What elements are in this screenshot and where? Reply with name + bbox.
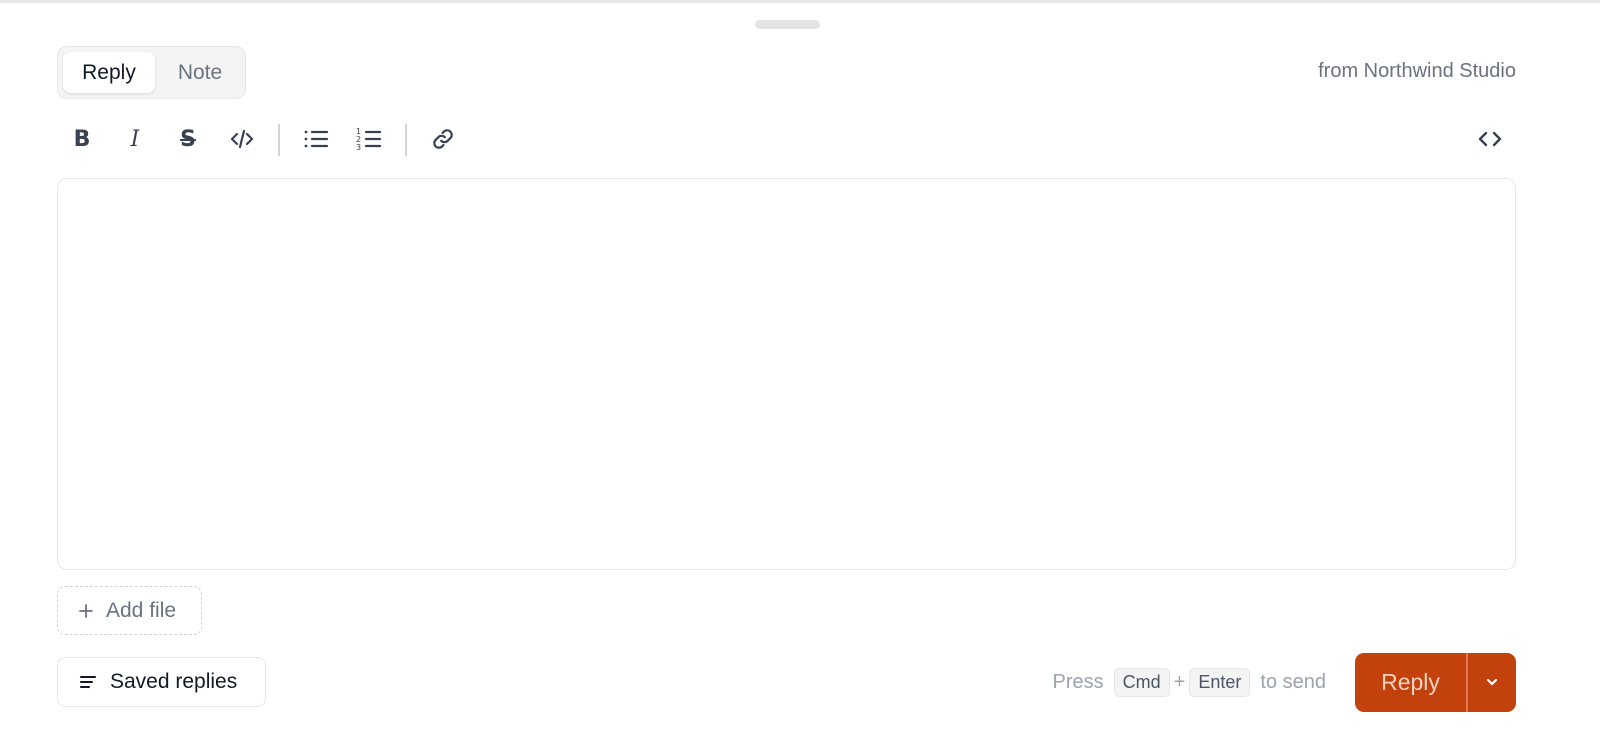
plus-icon <box>78 603 94 619</box>
chevron-down-icon <box>1485 674 1499 692</box>
top-border <box>0 0 1600 3</box>
strikethrough-icon: S <box>180 126 196 152</box>
tab-reply[interactable]: Reply <box>63 52 155 93</box>
bullet-list-icon <box>303 127 329 151</box>
hint-suffix: to send <box>1260 670 1326 693</box>
source-code-icon <box>1477 128 1503 150</box>
toolbar-divider <box>405 124 407 156</box>
italic-icon: I <box>130 126 140 152</box>
italic-button[interactable]: I <box>117 121 153 157</box>
message-editor[interactable] <box>57 178 1516 570</box>
add-file-button[interactable]: Add file <box>57 586 202 635</box>
reply-options-dropdown[interactable] <box>1467 653 1516 712</box>
link-icon <box>432 128 454 150</box>
menu-lines-icon <box>80 675 96 689</box>
send-shortcut-hint: Press Cmd + Enter to send <box>1047 667 1332 697</box>
inline-code-button[interactable] <box>224 121 260 157</box>
numbered-list-icon: 1 2 3 <box>356 126 382 152</box>
kbd-enter: Enter <box>1189 667 1251 697</box>
strikethrough-button[interactable]: S <box>170 121 206 157</box>
code-icon <box>230 127 254 151</box>
link-button[interactable] <box>425 121 461 157</box>
source-code-button[interactable] <box>1472 121 1508 157</box>
toolbar-divider <box>278 124 280 156</box>
numbered-list-button[interactable]: 1 2 3 <box>351 121 387 157</box>
kbd-plus: + <box>1173 670 1186 693</box>
from-sender-label: from Northwind Studio <box>1318 60 1516 82</box>
bullet-list-button[interactable] <box>298 121 334 157</box>
reply-note-toggle: Reply Note <box>57 46 246 99</box>
reply-send-button[interactable]: Reply <box>1355 653 1466 712</box>
kbd-cmd: Cmd <box>1113 667 1170 697</box>
hint-prefix: Press <box>1052 670 1104 693</box>
tab-note[interactable]: Note <box>160 52 240 93</box>
resize-drag-handle[interactable] <box>755 20 820 29</box>
saved-replies-button[interactable]: Saved replies <box>57 657 266 707</box>
bold-button[interactable]: B <box>64 121 100 157</box>
saved-replies-label: Saved replies <box>110 670 238 693</box>
bold-icon: B <box>73 126 91 152</box>
add-file-label: Add file <box>106 598 177 622</box>
svg-text:3: 3 <box>356 143 361 152</box>
